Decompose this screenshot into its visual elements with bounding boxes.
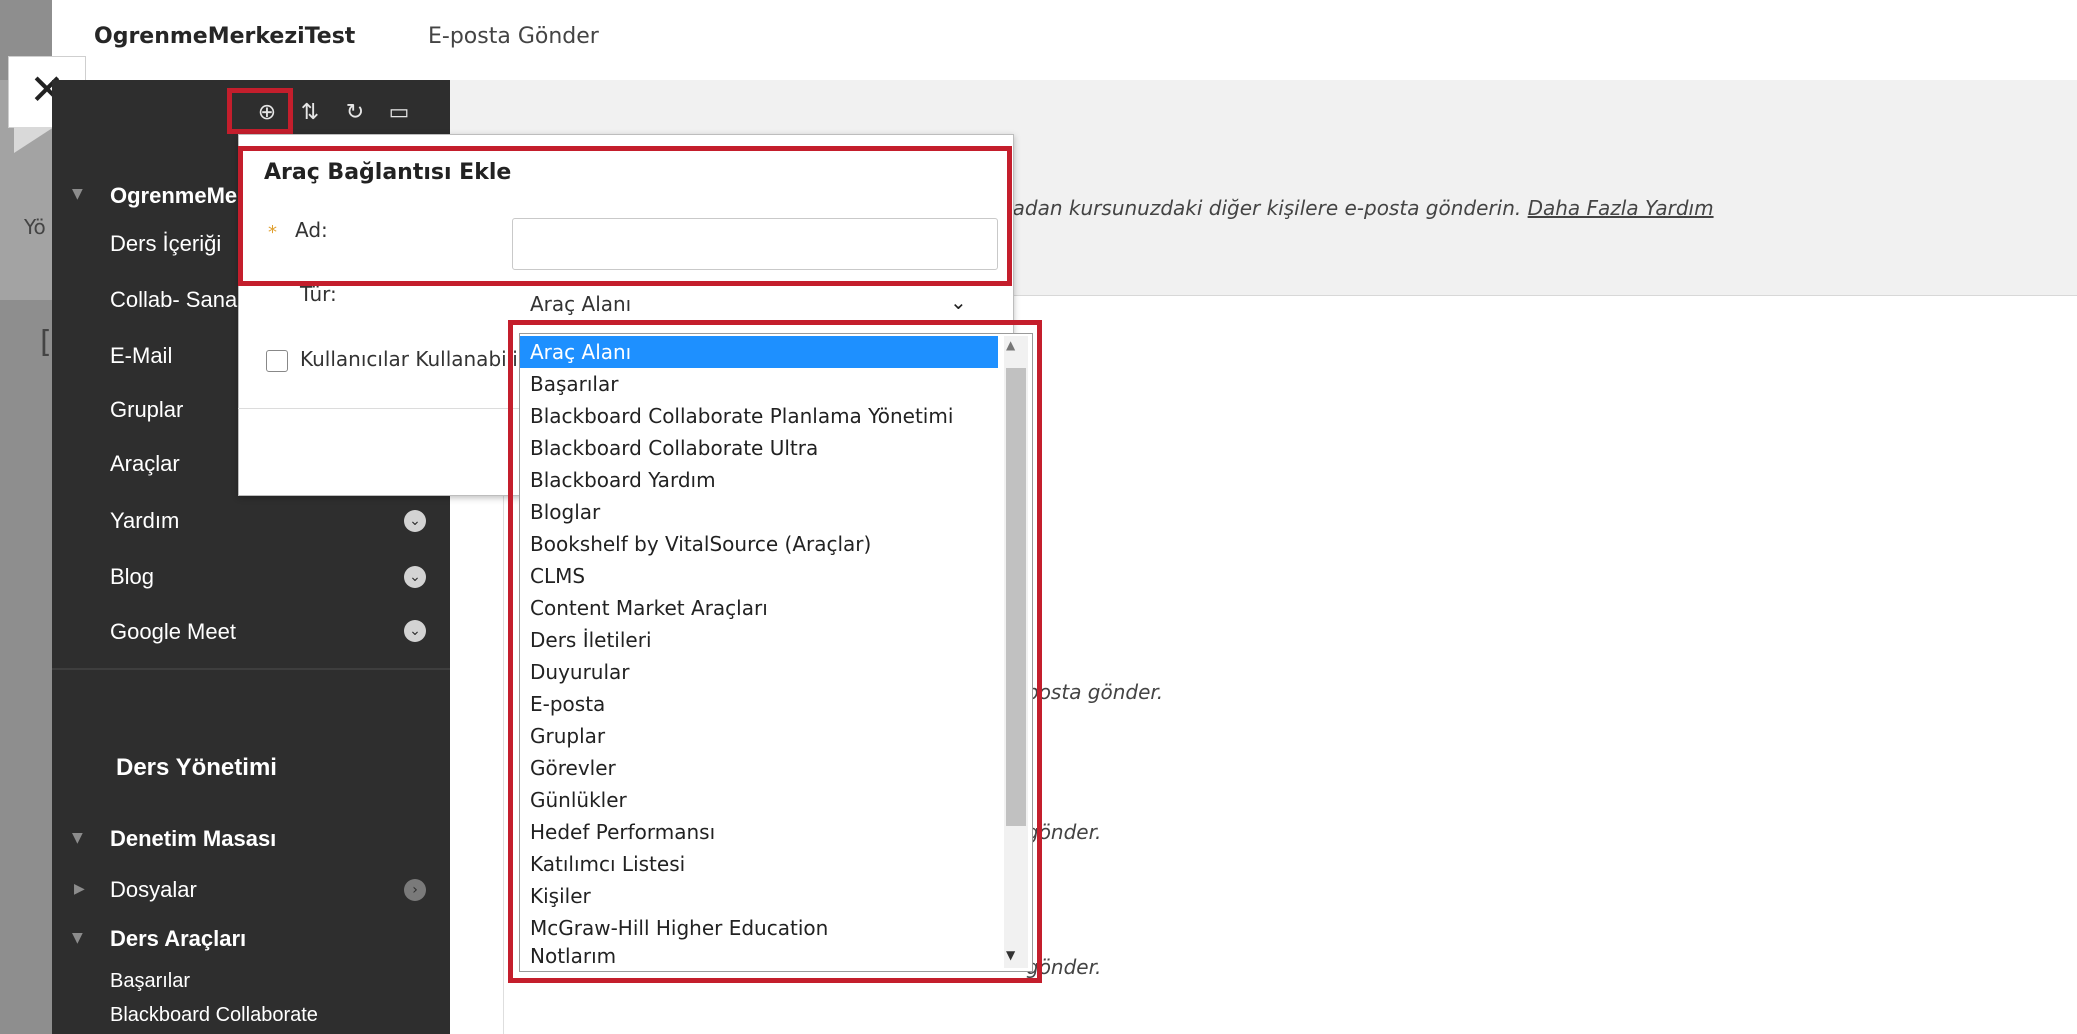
sidebar-item-google-meet[interactable]: Google Meet	[110, 619, 236, 645]
chevron-down-icon[interactable]: ⌄	[404, 566, 426, 588]
files-item[interactable]: Dosyalar	[110, 877, 197, 903]
tab-fragment: Yö	[24, 215, 46, 239]
sidebar-item-yardim[interactable]: Yardım	[110, 508, 179, 534]
chevron-down-icon[interactable]: ⌄	[404, 620, 426, 642]
sidebar-divider	[52, 668, 450, 670]
heading-fragment: [	[40, 325, 52, 360]
sidebar-item-collab[interactable]: Collab- Sanal Sınıf	[110, 287, 242, 313]
sidebar-item-araclar[interactable]: Araçlar	[110, 451, 180, 477]
chevron-down-icon[interactable]: ⌄	[950, 290, 967, 314]
breadcrumb-page-title: E-posta Gönder	[428, 24, 599, 49]
available-checkbox-label: Kullanıcılar Kullanabilir	[300, 347, 527, 371]
collapse-triangle-icon[interactable]: ▼	[72, 930, 83, 946]
sidebar-item-ders-icerigi[interactable]: Ders İçeriği	[110, 231, 221, 257]
chevron-right-icon[interactable]: ›	[404, 879, 426, 901]
highlight-box-dropdown	[508, 320, 1042, 983]
course-tool-item[interactable]: Başarılar	[110, 970, 190, 993]
reorder-button[interactable]: ⇅	[295, 98, 325, 128]
expand-triangle-icon[interactable]: ▶	[74, 881, 85, 897]
course-title-link[interactable]: OgrenmeMerkeziTest	[94, 24, 355, 49]
sidebar-item-gruplar[interactable]: Gruplar	[110, 397, 183, 423]
highlight-box-name-field	[238, 146, 1012, 286]
refresh-button[interactable]: ↻	[340, 98, 370, 128]
refresh-icon: ↻	[345, 100, 365, 125]
course-tools-header[interactable]: Ders Araçları	[110, 926, 246, 952]
course-menu-header[interactable]: OgrenmeMerkeziTest	[110, 183, 242, 209]
chevron-down-icon[interactable]: ⌄	[404, 510, 426, 532]
sidebar-item-blog[interactable]: Blog	[110, 564, 154, 590]
course-menu-items: OgrenmeMerkeziTest Ders İçeriği Collab- …	[52, 165, 242, 505]
type-select-value: Araç Alanı	[530, 292, 632, 316]
sidebar-item-email[interactable]: E-Mail	[110, 343, 172, 369]
more-help-link[interactable]: Daha Fazla Yardım	[1528, 196, 1714, 220]
collapse-triangle-icon[interactable]: ▼	[72, 830, 83, 846]
folder-view-button[interactable]: ▭	[384, 98, 414, 128]
control-panel-header[interactable]: Denetim Masası	[110, 826, 276, 852]
available-checkbox[interactable]	[266, 350, 288, 372]
close-button-fold	[14, 127, 54, 153]
highlight-box-add-button	[227, 88, 293, 134]
course-management-title: Ders Yönetimi	[116, 754, 277, 781]
folder-icon: ▭	[388, 100, 410, 125]
help-text-body: nadan kursunuzdaki diğer kişilere e-post…	[1000, 196, 1522, 220]
page-help-text: nadan kursunuzdaki diğer kişilere e-post…	[1000, 196, 1714, 220]
sort-icon: ⇅	[300, 100, 320, 125]
email-option-description: posta gönder.	[1026, 680, 1164, 704]
course-tool-item[interactable]: Blackboard Collaborate	[110, 1004, 318, 1027]
